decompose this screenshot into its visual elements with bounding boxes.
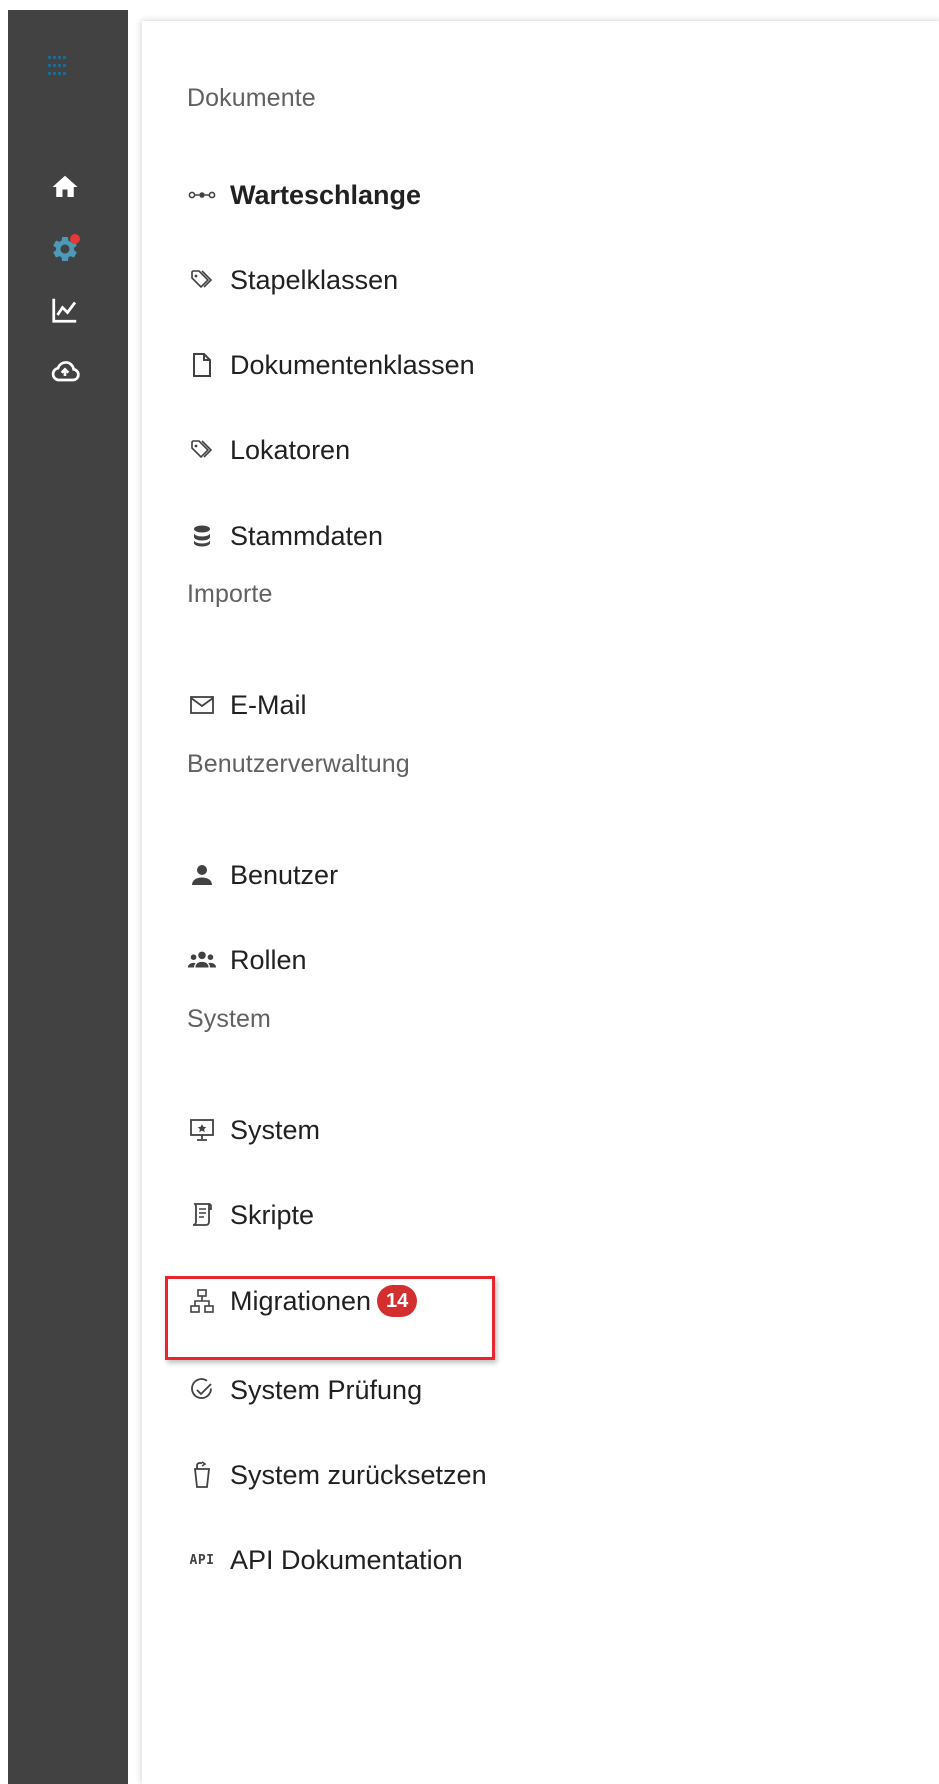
menu-label: E-Mail <box>230 689 307 720</box>
menu-item-system[interactable]: System <box>187 1106 320 1154</box>
menu-label: Lokatoren <box>230 434 351 465</box>
menu-label: System Prüfung <box>230 1374 423 1405</box>
api-icon: API <box>189 1552 215 1568</box>
check-circle-icon <box>187 1375 217 1405</box>
menu-item-rollen[interactable]: Rollen <box>187 936 307 984</box>
settings-icon[interactable] <box>48 232 82 266</box>
cloud-upload-icon[interactable] <box>48 355 82 389</box>
menu-item-stapelklassen[interactable]: Stapelklassen <box>187 256 398 304</box>
menu-item-email[interactable]: E-Mail <box>187 681 307 729</box>
chart-line-icon[interactable] <box>48 293 82 327</box>
menu-item-benutzer[interactable]: Benutzer <box>187 851 338 899</box>
tags-icon <box>187 265 217 295</box>
database-icon <box>187 521 217 551</box>
notification-dot <box>70 234 80 244</box>
menu-label: Warteschlange <box>230 179 422 210</box>
reset-icon <box>187 1460 217 1490</box>
section-header-importe: Importe <box>187 580 273 608</box>
menu-item-dokumentenklassen[interactable]: Dokumentenklassen <box>187 341 475 389</box>
menu-item-migrationen[interactable]: Migrationen 14 <box>187 1277 418 1325</box>
logo-icon <box>48 56 70 78</box>
home-icon[interactable] <box>48 170 82 204</box>
menu-label: Migrationen <box>230 1285 372 1316</box>
menu-label: Rollen <box>230 944 307 975</box>
sitemap-icon <box>187 1286 217 1316</box>
migrations-count-badge: 14 <box>377 1285 418 1317</box>
app-page: Dokumente Warteschlange Stapelklassen Do… <box>0 0 939 1784</box>
users-icon <box>187 945 217 975</box>
menu-item-skripte[interactable]: Skripte <box>187 1191 314 1239</box>
menu-label: Benutzer <box>230 859 339 890</box>
user-icon <box>187 860 217 890</box>
section-header-dokumente: Dokumente <box>187 84 316 112</box>
menu-item-system-zuruecksetzen[interactable]: System zurücksetzen <box>187 1451 487 1499</box>
queue-icon <box>187 180 217 210</box>
menu-label: Stammdaten <box>230 520 384 551</box>
menu-item-lokatoren[interactable]: Lokatoren <box>187 426 350 474</box>
menu-label: Dokumentenklassen <box>230 349 475 380</box>
menu-item-stammdaten[interactable]: Stammdaten <box>187 512 383 560</box>
menu-item-warteschlange[interactable]: Warteschlange <box>187 171 421 219</box>
tags-icon <box>187 435 217 465</box>
menu-item-system-pruefung[interactable]: System Prüfung <box>187 1366 422 1414</box>
monitor-icon <box>187 1115 217 1145</box>
section-header-system: System <box>187 1005 271 1033</box>
menu-label: Stapelklassen <box>230 264 399 295</box>
menu-label: Skripte <box>230 1199 315 1230</box>
menu-item-api-dokumentation[interactable]: API API Dokumentation <box>187 1536 463 1584</box>
menu-label: System <box>230 1114 321 1145</box>
mail-icon <box>187 690 217 720</box>
menu-label: System zurücksetzen <box>230 1459 487 1490</box>
document-icon <box>187 350 217 380</box>
icon-rail <box>8 10 128 1784</box>
section-header-benutzerverwaltung: Benutzerverwaltung <box>187 750 410 778</box>
script-icon <box>187 1200 217 1230</box>
menu-label: API Dokumentation <box>230 1544 463 1575</box>
